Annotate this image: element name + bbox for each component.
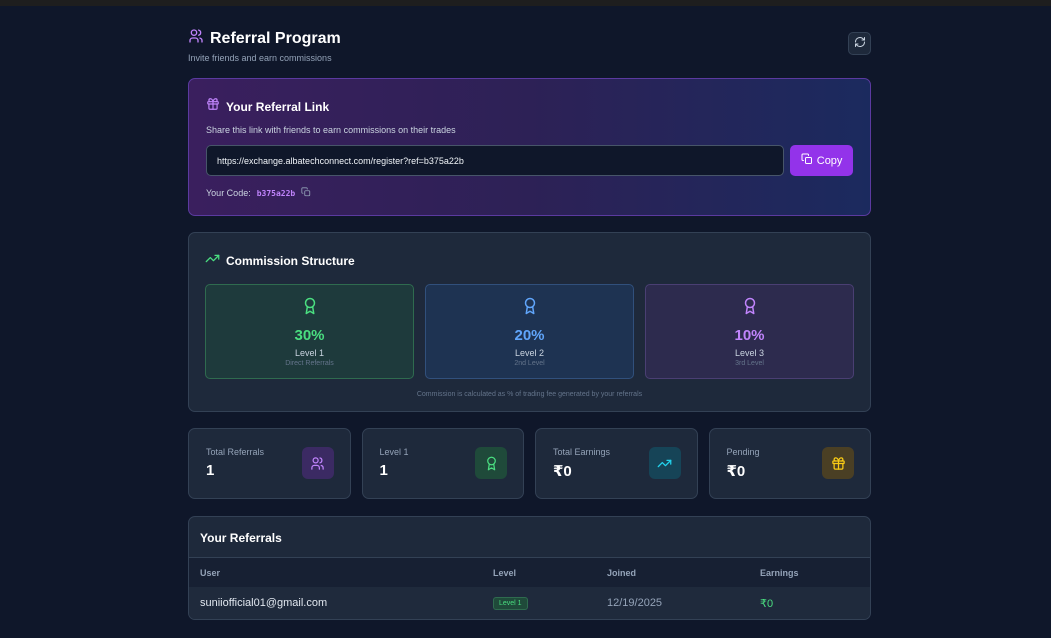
award-icon xyxy=(521,296,539,321)
level-1-subtitle: Direct Referrals xyxy=(285,360,334,367)
level-3-subtitle: 3rd Level xyxy=(735,360,764,367)
level-2-percent: 20% xyxy=(514,327,545,344)
referral-code-label: Your Code: xyxy=(206,188,251,198)
column-header-earnings: Earnings xyxy=(749,558,870,587)
users-icon xyxy=(301,447,334,479)
stats-row: Total Referrals 1 Level 1 1 Total Earnin… xyxy=(188,428,871,499)
title-row: Referral Program xyxy=(188,28,871,49)
users-icon xyxy=(188,28,204,49)
level-2-subtitle: 2nd Level xyxy=(514,360,545,367)
stat-pending: Pending ₹0 xyxy=(708,428,871,499)
referral-link-row: Copy xyxy=(206,145,853,176)
table-header-row: User Level Joined Earnings xyxy=(189,558,870,587)
commission-note: Commission is calculated as % of trading… xyxy=(416,391,643,398)
referral-link-input[interactable] xyxy=(206,145,785,176)
copy-icon xyxy=(801,153,813,168)
referral-link-title: Your Referral Link xyxy=(226,99,330,114)
referral-link-card: Your Referral Link Share this link with … xyxy=(188,78,871,216)
award-icon xyxy=(475,447,507,479)
gift-icon xyxy=(206,97,220,116)
refresh-icon xyxy=(854,35,866,53)
column-header-level: Level xyxy=(482,558,596,587)
referral-page: Referral Program Invite friends and earn… xyxy=(188,28,871,620)
award-icon xyxy=(741,296,759,321)
stat-level-1: Level 1 1 xyxy=(361,428,524,499)
commission-levels: 30% Level 1 Direct Referrals 20% Level 2… xyxy=(205,284,854,379)
page-subtitle: Invite friends and earn commissions xyxy=(188,53,332,63)
window-top-bar xyxy=(0,0,1051,6)
page-title: Referral Program xyxy=(210,29,341,47)
level-1-name: Level 1 xyxy=(294,348,325,358)
your-referrals-card: Your Referrals User Level Joined Earning… xyxy=(188,516,871,620)
level-2-name: Level 2 xyxy=(514,348,545,358)
level-3-name: Level 3 xyxy=(734,348,765,358)
gift-icon xyxy=(822,447,854,479)
refresh-button[interactable] xyxy=(848,32,871,55)
copy-code-icon[interactable] xyxy=(301,187,311,199)
table-row[interactable]: suniiofficial01@gmail.com Level 1 12/19/… xyxy=(189,587,870,619)
trending-up-icon xyxy=(205,251,220,271)
level-2-box: 20% Level 2 2nd Level xyxy=(425,284,634,379)
commission-structure-card: Commission Structure 30% Level 1 Direct … xyxy=(188,232,871,412)
page-header: Referral Program Invite friends and earn… xyxy=(188,28,871,78)
copy-link-button[interactable]: Copy xyxy=(790,145,853,176)
cell-user: suniiofficial01@gmail.com xyxy=(189,587,482,619)
referral-code-value: b375a22b xyxy=(256,188,296,198)
level-1-percent: 30% xyxy=(294,327,325,344)
referral-code-row: Your Code: b375a22b xyxy=(206,187,853,199)
trending-up-icon xyxy=(648,447,681,479)
level-1-box: 30% Level 1 Direct Referrals xyxy=(205,284,414,379)
commission-title-row: Commission Structure xyxy=(205,251,854,271)
column-header-user: User xyxy=(189,558,482,587)
level-3-box: 10% Level 3 3rd Level xyxy=(645,284,854,379)
referrals-title: Your Referrals xyxy=(189,517,870,558)
cell-joined: 12/19/2025 xyxy=(596,587,749,619)
stat-total-referrals: Total Referrals 1 xyxy=(188,428,351,499)
stat-total-earnings: Total Earnings ₹0 xyxy=(535,428,698,499)
award-icon xyxy=(301,296,319,321)
column-header-joined: Joined xyxy=(596,558,749,587)
level-3-percent: 10% xyxy=(734,327,765,344)
cell-level: Level 1 xyxy=(482,587,596,619)
referral-link-title-row: Your Referral Link xyxy=(206,97,853,116)
referrals-table: User Level Joined Earnings suniiofficial… xyxy=(189,558,870,619)
referral-link-description: Share this link with friends to earn com… xyxy=(206,125,456,135)
copy-button-label: Copy xyxy=(816,154,843,167)
level-badge: Level 1 xyxy=(493,597,528,610)
cell-earnings: ₹0 xyxy=(749,587,870,619)
commission-title: Commission Structure xyxy=(226,254,355,268)
